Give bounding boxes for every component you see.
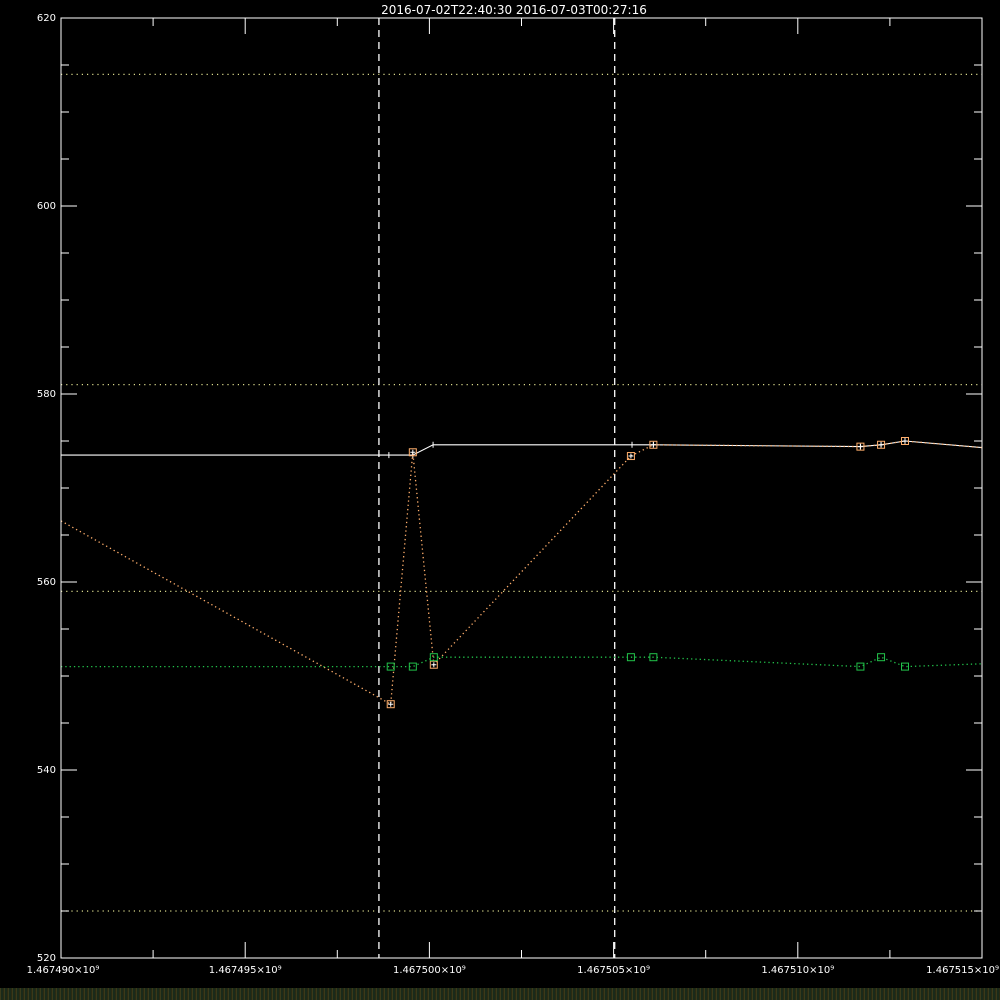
y-tick-label: 560 — [37, 577, 56, 588]
time-series-chart: 520 540 560 580 600 620 1.467490×10⁹ 1.467495×… — [27, 3, 999, 976]
y-tick-label: 520 — [37, 953, 56, 964]
x-tick-label: 1.467510×10⁹ — [761, 965, 834, 976]
x-tick-label: 1.467515×10⁹ — [926, 965, 999, 976]
data-point-cross — [857, 444, 863, 450]
y-tick-label: 600 — [37, 201, 56, 212]
series-layer — [60, 437, 983, 709]
y-tick-labels: 520 540 560 580 600 620 — [37, 13, 56, 964]
data-point-cross — [902, 438, 908, 444]
x-tick-labels: 1.467490×10⁹ 1.467495×10⁹ 1.467500×10⁹ 1.46… — [27, 965, 999, 976]
x-tick-label: 1.467495×10⁹ — [209, 965, 282, 976]
axis-ticks — [60, 17, 983, 959]
y-tick-label: 580 — [37, 389, 56, 400]
series-line — [60, 440, 983, 706]
data-point-marker — [856, 662, 865, 671]
data-point-cross — [431, 662, 437, 668]
x-tick-label: 1.467505×10⁹ — [577, 965, 650, 976]
y-tick-label: 620 — [37, 13, 56, 24]
plot-frame — [60, 17, 983, 959]
vertical-markers — [378, 18, 616, 958]
series-line — [61, 656, 983, 668]
y-tick-label: 540 — [37, 765, 56, 776]
data-point-cross — [628, 453, 634, 459]
reference-lines — [61, 73, 982, 912]
data-point-cross — [388, 701, 394, 707]
data-point-cross — [878, 442, 884, 448]
x-tick-label: 1.467490×10⁹ — [27, 965, 100, 976]
bottom-strip — [0, 988, 1000, 1000]
x-tick-label: 1.467500×10⁹ — [393, 965, 466, 976]
chart-title: 2016-07-02T22:40:30 2016-07-03T00:27:16 — [381, 3, 647, 17]
data-point-marker — [877, 653, 886, 662]
series-line — [61, 440, 983, 456]
data-point-cross — [650, 442, 656, 448]
